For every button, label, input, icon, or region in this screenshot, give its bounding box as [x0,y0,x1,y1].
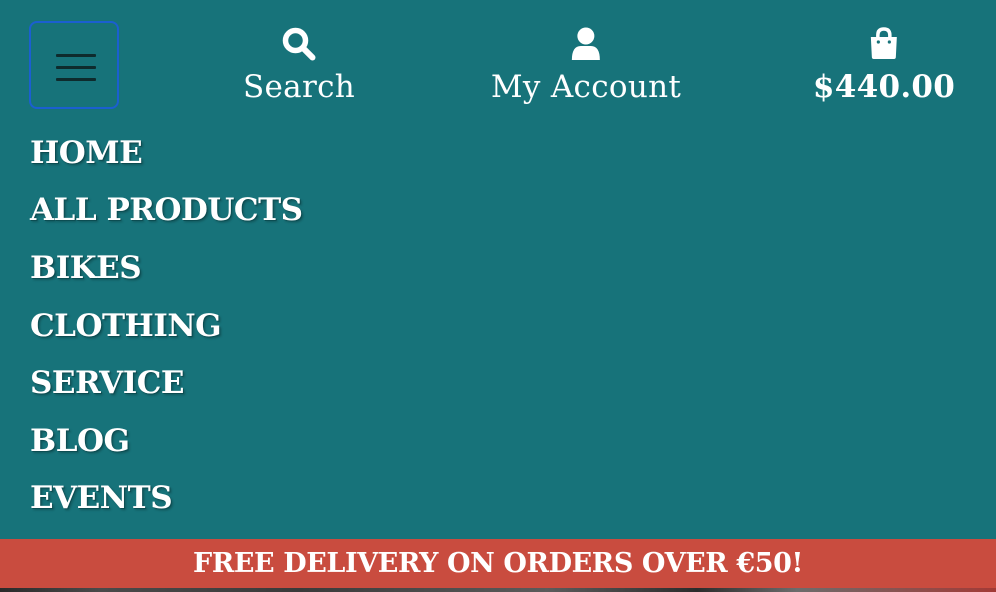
my-account-label: My Account [490,69,682,105]
nav-item-bikes: BIKES [30,239,303,297]
search-link[interactable]: Search [243,26,355,104]
nav-item-events: EVENTS [30,470,303,528]
nav-item-home: HOME [30,124,303,182]
nav-item-service: SERVICE [30,354,303,412]
nav-link-clothing[interactable]: CLOTHING [30,308,222,344]
my-account-link[interactable]: My Account [491,26,681,104]
free-delivery-banner: FREE DELIVERY ON ORDERS OVER €50! [0,539,996,588]
shopping-bag-icon [869,26,899,62]
nav-item-clothing: CLOTHING [30,297,303,355]
menu-toggle-button[interactable] [29,21,119,109]
search-label: Search [242,69,356,105]
nav-link-blog[interactable]: BLOG [30,423,130,459]
nav-link-service[interactable]: SERVICE [30,365,185,401]
page: Search My Account $440.00 HOME ALL PRODU… [0,0,996,592]
cart-total: $440.00 [812,69,956,105]
hamburger-icon [56,54,96,81]
banner-text: FREE DELIVERY ON ORDERS OVER €50! [193,548,803,579]
main-nav: HOME ALL PRODUCTS BIKES CLOTHING SERVICE… [30,124,303,527]
cart-link[interactable]: $440.00 [813,26,955,104]
nav-link-events[interactable]: EVENTS [30,480,173,516]
nav-item-blog: BLOG [30,412,303,470]
nav-link-home[interactable]: HOME [30,135,143,171]
nav-link-all-products[interactable]: ALL PRODUCTS [30,192,303,228]
search-icon [282,26,316,62]
hero-image [0,588,996,592]
nav-link-bikes[interactable]: BIKES [30,250,142,286]
user-icon [571,26,601,62]
nav-item-all-products: ALL PRODUCTS [30,182,303,240]
